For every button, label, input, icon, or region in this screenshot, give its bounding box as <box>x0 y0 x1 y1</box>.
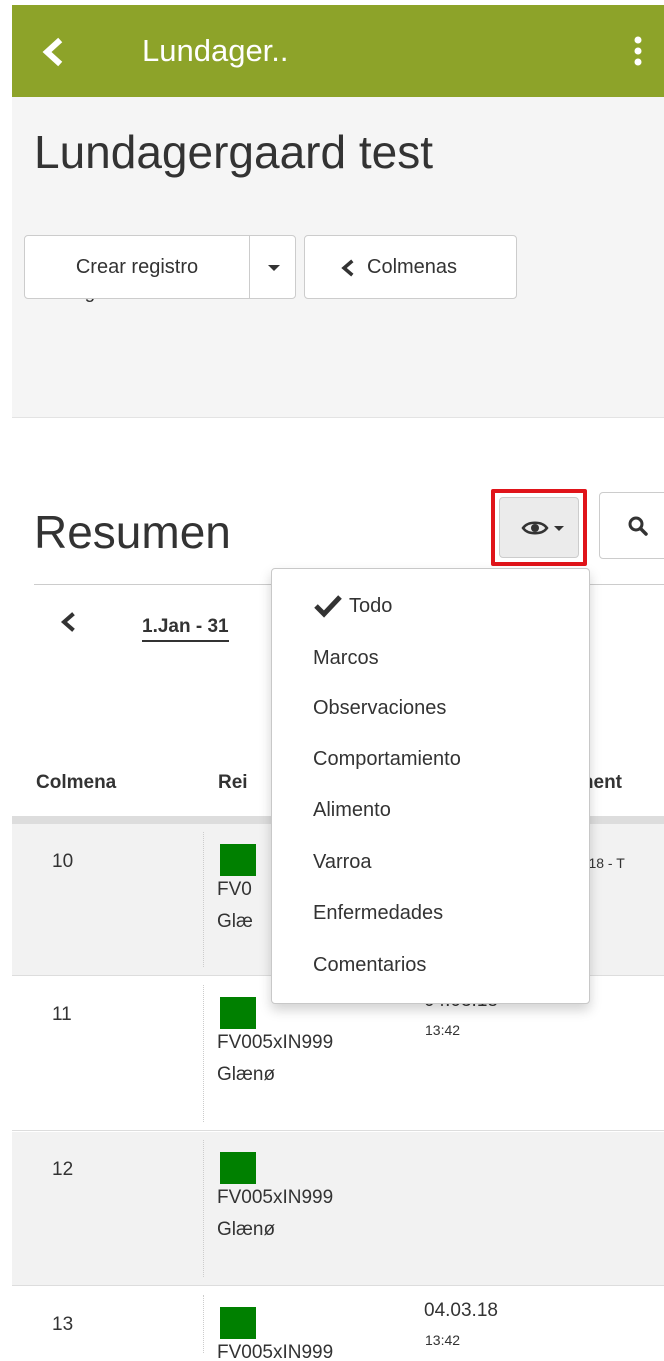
search-icon <box>628 516 648 536</box>
cell-divider <box>203 985 204 1122</box>
cell-divider <box>203 832 204 967</box>
page-title: Lundagergaard test <box>34 126 433 178</box>
eye-icon <box>521 521 549 535</box>
menu-item-comentarios[interactable]: Comentarios <box>313 952 426 978</box>
queen-origin: Glæ <box>217 911 253 932</box>
queen-code: FV005xIN999 <box>217 1187 334 1208</box>
record-time: 13:42 <box>425 1332 461 1348</box>
menu-item-alimento[interactable]: Alimento <box>313 797 391 823</box>
queen-code: FV0 <box>217 879 252 900</box>
queen-origin: Glænø <box>217 1064 276 1085</box>
hive-number: 12 <box>52 1159 74 1180</box>
table-row[interactable]: 12 FV005xIN999 Glænø <box>12 1132 664 1286</box>
queen-color-marker <box>220 844 256 876</box>
cell-divider <box>203 1140 204 1277</box>
search-button[interactable] <box>599 492 664 559</box>
table-row[interactable]: 13 FV005xIN999 04.03.18 13:42 <box>12 1287 664 1361</box>
chevron-left-icon[interactable] <box>34 32 74 72</box>
menu-item-varroa[interactable]: Varroa <box>313 849 372 875</box>
colmenas-button-label: Colmenas <box>367 256 458 278</box>
caret-down-icon <box>268 265 280 271</box>
menu-item-todo[interactable]: Todo <box>349 593 392 619</box>
queen-color-marker <box>220 997 256 1029</box>
queen-color-marker <box>220 1152 256 1184</box>
section-title: Resumen <box>34 506 231 558</box>
create-record-dropdown-toggle[interactable] <box>249 235 296 299</box>
hive-number: 13 <box>52 1314 74 1335</box>
menu-item-marcos[interactable]: Marcos <box>313 645 379 671</box>
top-app-bar: Lundager.. <box>12 5 664 97</box>
queen-code: FV005xIN999 <box>217 1342 334 1361</box>
period-link[interactable]: 1.Jan - 31 <box>142 614 229 642</box>
chevron-left-icon <box>341 259 354 277</box>
view-filter-button[interactable] <box>491 489 587 566</box>
queen-origin: Glænø <box>217 1219 276 1240</box>
app-bar-title: Lundager.. <box>142 33 289 68</box>
hive-number: 11 <box>52 1004 72 1025</box>
view-filter-menu: Todo Marcos Observaciones Comportamiento… <box>271 568 590 1004</box>
create-record-button[interactable]: Crear registro <box>24 235 250 299</box>
column-header-colmena[interactable]: Colmena <box>36 770 116 796</box>
menu-item-observaciones[interactable]: Observaciones <box>313 695 446 721</box>
previous-period-icon[interactable] <box>58 612 78 632</box>
kebab-icon[interactable] <box>628 31 648 71</box>
queen-color-marker <box>220 1307 256 1339</box>
queen-code: FV005xIN999 <box>217 1032 334 1053</box>
column-header-reina[interactable]: Rei <box>218 770 248 796</box>
menu-item-comportamiento[interactable]: Comportamiento <box>313 746 461 772</box>
colmenas-button[interactable]: Colmenas <box>304 235 517 299</box>
caret-down-icon <box>554 526 564 531</box>
hive-number: 10 <box>52 851 74 872</box>
cell-divider <box>203 1295 204 1353</box>
record-time: 13:42 <box>425 1022 461 1038</box>
menu-item-enfermedades[interactable]: Enfermedades <box>313 900 443 926</box>
check-icon <box>314 595 342 618</box>
record-date: 04.03.18 <box>424 1300 498 1321</box>
